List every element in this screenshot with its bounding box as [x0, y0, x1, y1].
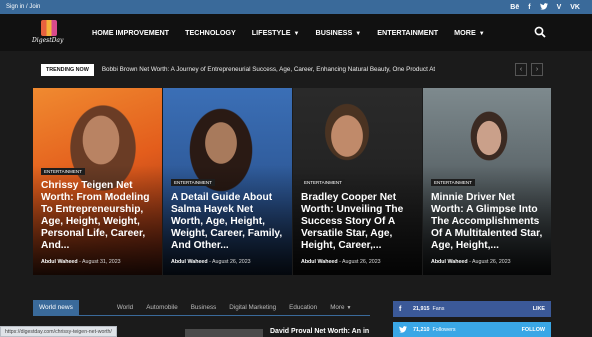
behance-icon[interactable]: Bē: [510, 4, 519, 11]
vimeo-icon[interactable]: V: [557, 4, 562, 11]
category-badge[interactable]: ENTERTAINMENT: [171, 179, 215, 186]
nav-item-more[interactable]: MORE ▼: [446, 28, 493, 37]
category-badge[interactable]: ENTERTAINMENT: [301, 179, 345, 186]
article-title[interactable]: Chrissy Teigen Net Worth: From Modeling …: [41, 180, 156, 252]
followers-count: 71,210: [413, 327, 430, 333]
twitter-icon: [399, 325, 409, 335]
world-news-tabs: World news World Automobile Business Dig…: [33, 299, 370, 316]
publish-date: August 26, 2023: [342, 259, 381, 265]
main-navbar: DigestDay HOME IMPROVEMENT TECHNOLOGY LI…: [0, 14, 592, 51]
twitter-icon[interactable]: [539, 2, 548, 12]
article-meta: Abdul Waheed - August 31, 2023: [41, 259, 121, 265]
tab-business[interactable]: Business: [191, 304, 217, 311]
site-logo[interactable]: DigestDay: [30, 18, 72, 48]
followers-label: Followers: [432, 327, 456, 333]
facebook-icon: f: [399, 305, 402, 313]
social-links: Bē f V VK: [510, 2, 586, 12]
search-icon[interactable]: [534, 26, 546, 38]
chevron-down-icon: ▼: [355, 31, 362, 37]
article-title[interactable]: Minnie Driver Net Worth: A Glimpse Into …: [431, 192, 545, 252]
featured-card[interactable]: ENTERTAINMENT A Detail Guide About Salma…: [163, 88, 292, 275]
fans-count: 21,915: [413, 306, 430, 312]
follow-button[interactable]: FOLLOW: [522, 327, 545, 333]
trending-headline[interactable]: Bobbi Brown Net Worth: A Journey of Entr…: [102, 66, 435, 73]
featured-card[interactable]: ENTERTAINMENT Minnie Driver Net Worth: A…: [423, 88, 551, 275]
trending-prev-button[interactable]: ‹: [515, 63, 527, 76]
publish-date: August 31, 2023: [82, 259, 121, 265]
logo-text: DigestDay: [32, 36, 64, 44]
author-name[interactable]: Abdul Waheed: [431, 259, 468, 265]
nav-item-lifestyle[interactable]: LIFESTYLE ▼: [244, 28, 308, 37]
vk-icon[interactable]: VK: [570, 4, 580, 11]
category-badge[interactable]: ENTERTAINMENT: [431, 179, 475, 186]
article-thumbnail[interactable]: [185, 329, 263, 337]
category-badge[interactable]: ENTERTAINMENT: [41, 168, 85, 175]
nav-item-business[interactable]: BUSINESS ▼: [308, 28, 370, 37]
sign-in-link[interactable]: Sign in / Join: [6, 4, 40, 10]
article-title[interactable]: A Detail Guide About Salma Hayek Net Wor…: [171, 192, 286, 252]
nav-item-home-improvement[interactable]: HOME IMPROVEMENT: [84, 28, 177, 37]
top-bar: Sign in / Join Bē f V VK: [0, 0, 592, 14]
tab-more[interactable]: More ▼: [330, 304, 351, 311]
link-status-bar: https://digestday.com/chrissy-teigen-net…: [0, 326, 117, 337]
article-meta: Abdul Waheed - August 26, 2023: [171, 259, 251, 265]
nav-item-entertainment[interactable]: ENTERTAINMENT: [369, 28, 446, 37]
chevron-down-icon: ▼: [293, 31, 300, 37]
author-name[interactable]: Abdul Waheed: [301, 259, 338, 265]
publish-date: August 26, 2023: [472, 259, 511, 265]
featured-card[interactable]: ENTERTAINMENT Bradley Cooper Net Worth: …: [293, 88, 422, 275]
latest-article-title[interactable]: David Proval Net Worth: An in: [270, 328, 369, 335]
tab-education[interactable]: Education: [289, 304, 317, 311]
facebook-counter: f 21,915 Fans LIKE: [393, 301, 551, 317]
chevron-down-icon: ▼: [346, 305, 352, 311]
article-meta: Abdul Waheed - August 26, 2023: [301, 259, 381, 265]
publish-date: August 26, 2023: [212, 259, 251, 265]
twitter-counter: 71,210 Followers FOLLOW: [393, 322, 551, 337]
article-title[interactable]: Bradley Cooper Net Worth: Unveiling The …: [301, 192, 416, 252]
article-meta: Abdul Waheed - August 26, 2023: [431, 259, 511, 265]
trending-label: TRENDING NOW: [41, 63, 94, 76]
tab-digital-marketing[interactable]: Digital Marketing: [229, 304, 276, 311]
featured-card[interactable]: ENTERTAINMENT Chrissy Teigen Net Worth: …: [33, 88, 162, 275]
main-menu: HOME IMPROVEMENT TECHNOLOGY LIFESTYLE ▼ B…: [84, 28, 493, 37]
tab-automobile[interactable]: Automobile: [146, 304, 178, 311]
author-name[interactable]: Abdul Waheed: [41, 259, 78, 265]
tab-world[interactable]: World: [117, 304, 133, 311]
featured-grid: ENTERTAINMENT Chrissy Teigen Net Worth: …: [33, 88, 551, 275]
nav-item-technology[interactable]: TECHNOLOGY: [177, 28, 244, 37]
facebook-icon[interactable]: f: [528, 4, 530, 11]
logo-book-icon: [41, 19, 57, 36]
chevron-down-icon: ▼: [478, 31, 485, 37]
like-button[interactable]: LIKE: [533, 306, 545, 312]
author-name[interactable]: Abdul Waheed: [171, 259, 208, 265]
tab-world-news[interactable]: World news: [33, 299, 79, 316]
trending-next-button[interactable]: ›: [531, 63, 543, 76]
trending-bar: TRENDING NOW Bobbi Brown Net Worth: A Jo…: [41, 63, 547, 76]
fans-label: Fans: [432, 306, 445, 312]
